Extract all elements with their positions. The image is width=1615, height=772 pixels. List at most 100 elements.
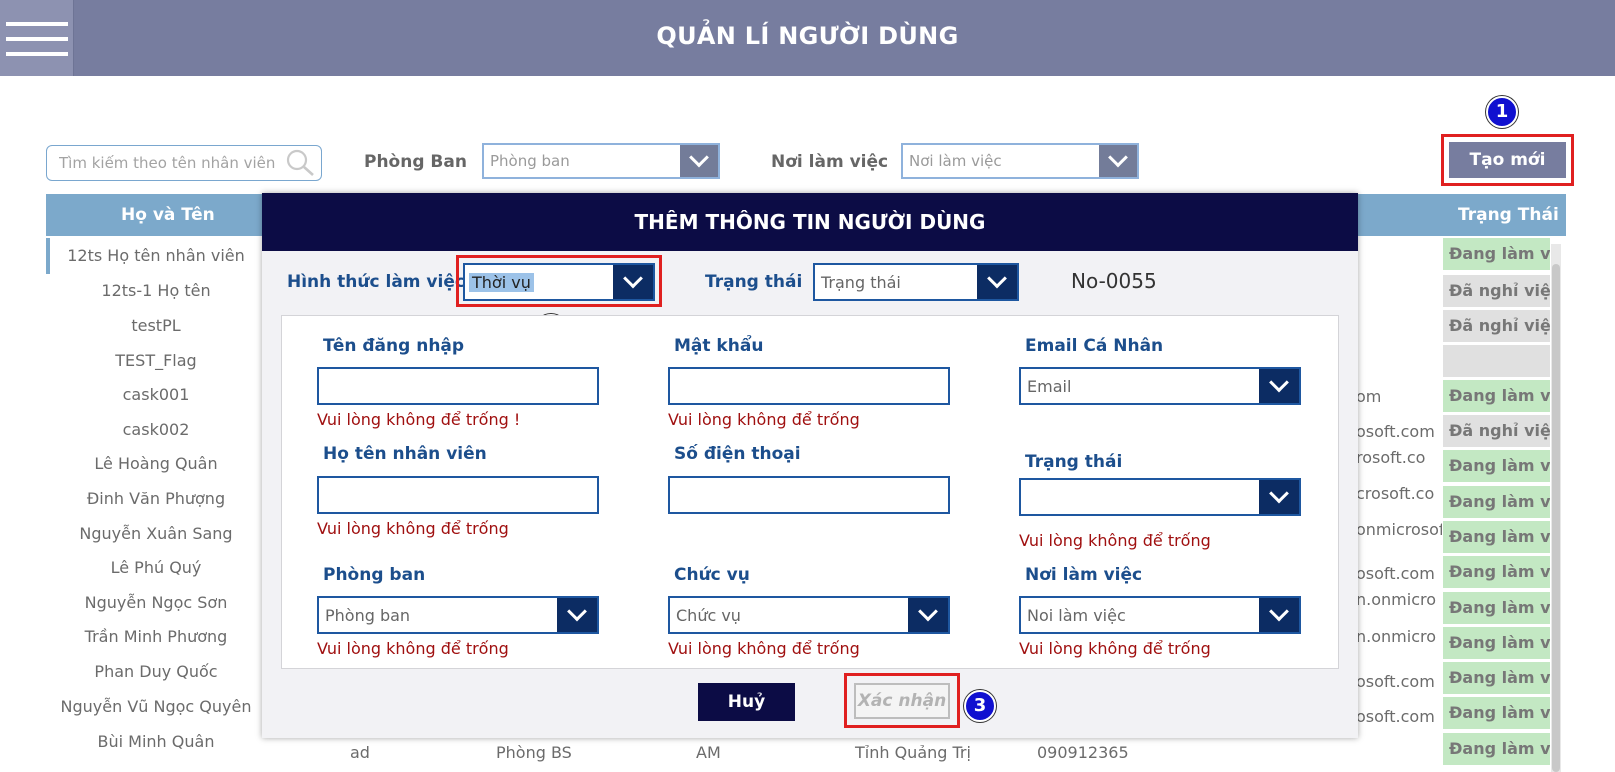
table-row-email: crosoft.co — [1356, 484, 1435, 503]
table-row-name[interactable]: Đinh Văn Phượng — [46, 489, 266, 508]
column-header-status[interactable]: Trạng Thái — [1458, 205, 1559, 225]
email-value: Email — [1027, 377, 1072, 396]
status-badge: Đang làm việc — [1443, 521, 1550, 553]
username-input[interactable] — [317, 367, 599, 405]
fullname-error: Vui lòng không để trống — [317, 519, 509, 538]
confirm-button[interactable]: Xác nhận — [854, 683, 950, 719]
name-column: 12ts Họ tên nhân viên 12ts-1 Họ tên test… — [46, 236, 266, 772]
table-row-name[interactable]: Phan Duy Quốc — [46, 662, 266, 681]
department-dropdown[interactable]: Phòng ban — [317, 596, 599, 634]
table-row-name[interactable]: Nguyễn Xuân Sang — [46, 524, 266, 543]
password-input[interactable] — [668, 367, 950, 405]
table-row-email: osoft.com — [1356, 707, 1435, 726]
email-label: Email Cá Nhân — [1025, 336, 1164, 356]
table-row-name[interactable]: Nguyễn Ngọc Sơn — [46, 593, 266, 612]
search-icon[interactable] — [283, 147, 317, 179]
table-row-email: osoft.com — [1356, 672, 1435, 691]
position-dropdown[interactable]: Chức vụ — [668, 596, 950, 634]
chevron-down-icon[interactable] — [1259, 369, 1299, 403]
status-badge: Đang làm việc — [1443, 697, 1550, 729]
workplace-filter-value: Nơi làm việc — [909, 152, 1002, 170]
status-badge: Đang làm việc — [1443, 238, 1550, 270]
position-label: Chức vụ — [674, 565, 750, 585]
table-row-email: om — [1356, 387, 1382, 406]
table-row-name[interactable]: cask002 — [46, 420, 266, 439]
table-row-phone: 090912365 — [1037, 743, 1129, 762]
table-row-email: n.onmicro — [1356, 627, 1436, 646]
table-row-name[interactable]: TEST_Flag — [46, 351, 266, 370]
table-row-department: Phòng BS — [496, 743, 572, 762]
table-row-name[interactable]: Trần Minh Phương — [46, 627, 266, 646]
table-row-workplace: Tỉnh Quảng Trị — [855, 743, 971, 762]
position-error: Vui lòng không để trống — [668, 639, 860, 658]
password-label: Mật khẩu — [674, 336, 764, 356]
department-filter-dropdown[interactable]: Phòng ban — [482, 143, 720, 179]
table-scrollbar[interactable] — [1551, 244, 1561, 772]
chevron-down-icon[interactable] — [557, 598, 597, 632]
chevron-down-icon[interactable] — [1259, 480, 1299, 514]
column-header-name[interactable]: Họ và Tên — [121, 205, 215, 225]
email-dropdown[interactable]: Email — [1019, 367, 1301, 405]
create-new-button[interactable]: Tạo mới — [1449, 142, 1566, 178]
status-badge: Đang làm việc — [1443, 486, 1550, 518]
fullname-input[interactable] — [317, 476, 599, 514]
chevron-down-icon[interactable] — [908, 598, 948, 632]
table-row-name[interactable]: testPL — [46, 316, 266, 335]
workplace-filter-dropdown[interactable]: Nơi làm việc — [901, 143, 1139, 179]
department-filter-value: Phòng ban — [490, 152, 570, 170]
table-row-name[interactable]: Lê Hoàng Quân — [46, 454, 266, 473]
search-input[interactable] — [59, 154, 279, 172]
work-type-label: Hình thức làm việc — [287, 272, 465, 292]
table-row-name[interactable]: 12ts-1 Họ tên — [46, 281, 266, 300]
chevron-down-icon[interactable] — [1259, 598, 1299, 632]
status-dropdown[interactable]: Trạng thái — [813, 263, 1019, 301]
chevron-down-icon[interactable] — [613, 265, 653, 299]
add-user-modal: THÊM THÔNG TIN NGƯỜI DÙNG Hình thức làm … — [262, 193, 1358, 738]
app-header: QUẢN LÍ NGƯỜI DÙNG — [0, 0, 1615, 76]
table-row-name[interactable]: Lê Phú Quý — [46, 558, 266, 577]
table-row-email: onmicrosof — [1356, 520, 1442, 539]
status2-dropdown[interactable] — [1019, 478, 1301, 516]
status-badge — [1443, 345, 1550, 377]
status-badge: Đang làm việc — [1443, 662, 1550, 694]
department-label: Phòng ban — [323, 565, 426, 585]
work-type-highlight: Thời vụ — [456, 255, 662, 307]
status-badge: Đang làm việc — [1443, 627, 1550, 659]
modal-title-bar: THÊM THÔNG TIN NGƯỜI DÙNG — [262, 193, 1358, 251]
table-row-name[interactable]: Nguyễn Vũ Ngọc Quyên — [46, 697, 266, 716]
phone-input[interactable] — [668, 476, 950, 514]
workplace-label: Nơi làm việc — [1025, 565, 1143, 585]
chevron-down-icon[interactable] — [977, 265, 1017, 299]
department-value: Phòng ban — [325, 606, 411, 625]
position-value: Chức vụ — [676, 606, 741, 625]
username-label: Tên đăng nhập — [323, 336, 465, 356]
table-row-email: osoft.com — [1356, 564, 1435, 583]
table-row-email: rosoft.co — [1356, 448, 1426, 467]
record-code: No-0055 — [1071, 269, 1157, 293]
table-row-name[interactable]: 12ts Họ tên nhân viên — [46, 246, 266, 265]
password-error: Vui lòng không để trống — [668, 410, 860, 429]
table-row-name[interactable]: Bùi Minh Quân — [46, 732, 266, 751]
status-badge: Đang làm việc — [1443, 450, 1550, 482]
table-row-name[interactable]: cask001 — [46, 385, 266, 404]
status-value: Trạng thái — [821, 273, 901, 292]
table-row-email: osoft.com — [1356, 422, 1435, 441]
department-filter-label: Phòng Ban — [364, 152, 467, 172]
status-badge: Đã nghỉ việc — [1443, 415, 1550, 447]
status-badge: Đang làm việc — [1443, 592, 1550, 624]
chevron-down-icon[interactable] — [680, 145, 718, 177]
create-button-highlight: Tạo mới — [1441, 134, 1574, 186]
status-badge: Đã nghỉ việc — [1443, 275, 1550, 307]
table-row-email: n.onmicro — [1356, 590, 1436, 609]
status-badge: Đã nghỉ việc — [1443, 310, 1550, 342]
work-type-dropdown[interactable]: Thời vụ — [463, 263, 655, 301]
workplace-dropdown[interactable]: Noi làm việc — [1019, 596, 1301, 634]
cancel-button[interactable]: Huỷ — [698, 683, 795, 721]
chevron-down-icon[interactable] — [1099, 145, 1137, 177]
search-box[interactable] — [46, 145, 322, 181]
status2-error: Vui lòng không để trống — [1019, 531, 1211, 550]
scrollbar-thumb[interactable] — [1552, 264, 1560, 772]
workplace-error: Vui lòng không để trống — [1019, 639, 1211, 658]
workplace-filter-label: Nơi làm việc — [771, 152, 889, 172]
confirm-button-highlight: Xác nhận — [844, 673, 960, 728]
